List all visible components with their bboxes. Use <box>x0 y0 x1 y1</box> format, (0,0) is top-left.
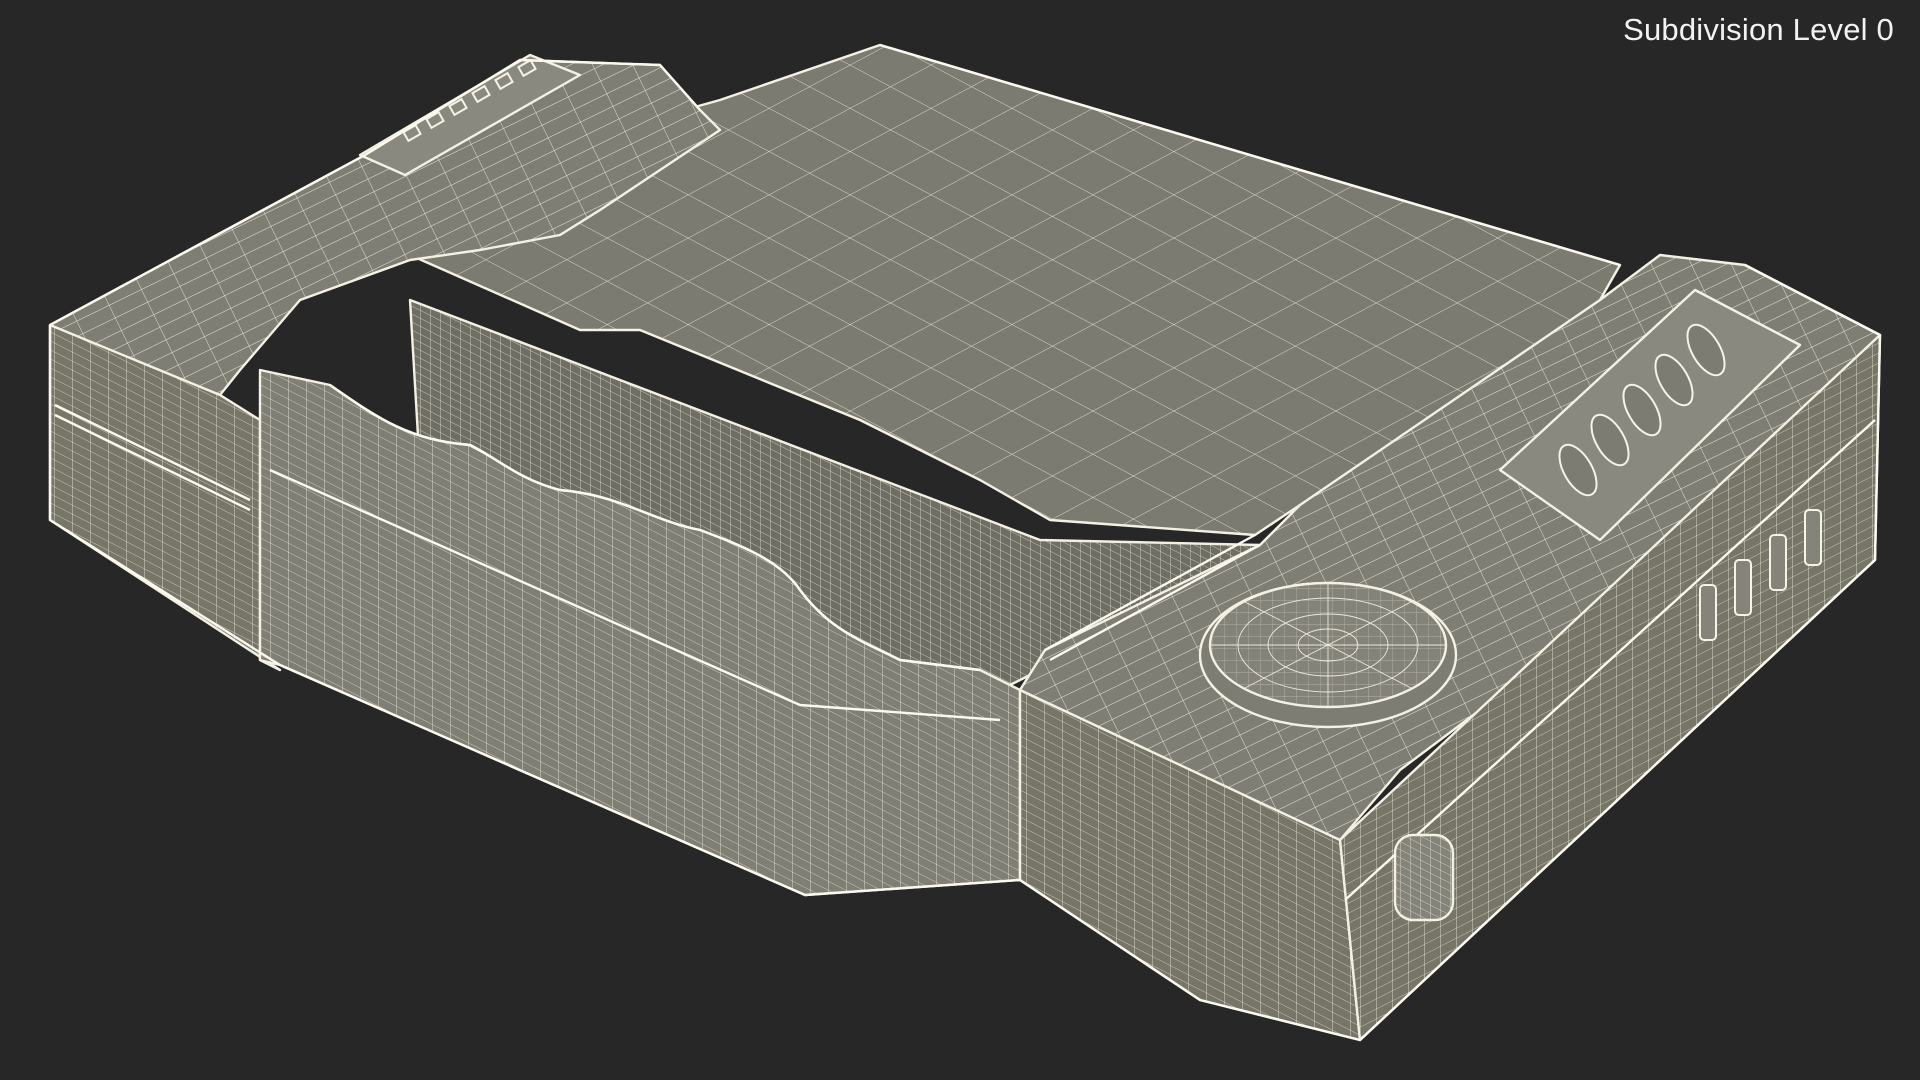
wireframe-case-icon <box>48 43 1882 1042</box>
left-side-wall <box>48 323 282 672</box>
render-viewport: Subdivision Level 0 <box>0 0 1920 1080</box>
side-port-icon <box>1393 833 1455 922</box>
round-button-icon <box>1198 581 1458 729</box>
